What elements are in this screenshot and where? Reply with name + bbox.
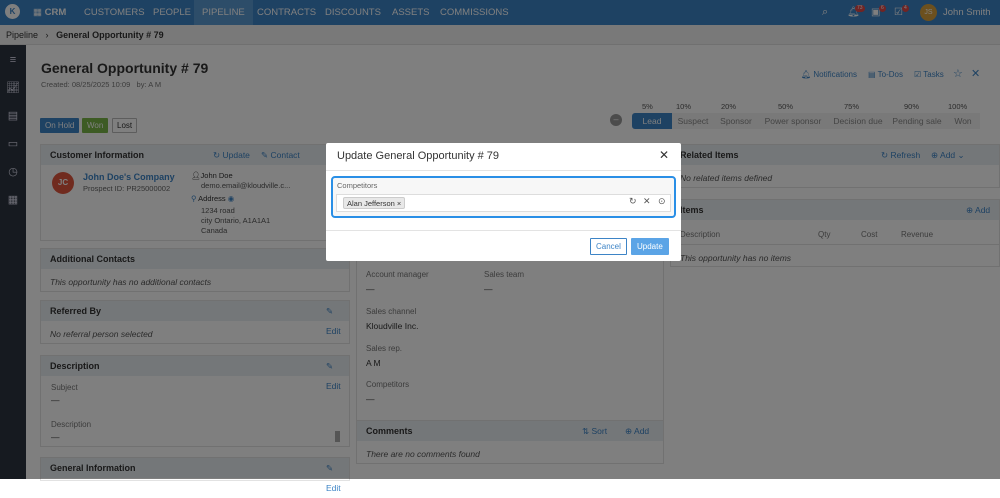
competitors-field-group: Competitors Alan Jefferson × ↻ ✕ ⊙ — [331, 176, 676, 218]
modal-title: Update General Opportunity # 79 — [337, 150, 500, 162]
cancel-button[interactable]: Cancel — [590, 238, 627, 255]
refresh-icon[interactable]: ↻ — [629, 196, 637, 207]
update-opportunity-modal: Update General Opportunity # 79 ✕ Compet… — [326, 143, 681, 261]
clear-icon[interactable]: ✕ — [643, 196, 651, 207]
competitor-tag: Alan Jefferson × — [343, 197, 406, 209]
competitors-input[interactable]: Alan Jefferson × ↻ ✕ ⊙ — [336, 194, 671, 212]
update-button[interactable]: Update — [631, 238, 669, 255]
divider — [326, 230, 681, 231]
tag-remove-icon[interactable]: × — [397, 199, 401, 208]
close-icon[interactable]: ✕ — [659, 148, 669, 162]
divider — [326, 170, 681, 171]
competitors-label: Competitors — [337, 181, 378, 190]
target-icon[interactable]: ⊙ — [658, 196, 666, 207]
